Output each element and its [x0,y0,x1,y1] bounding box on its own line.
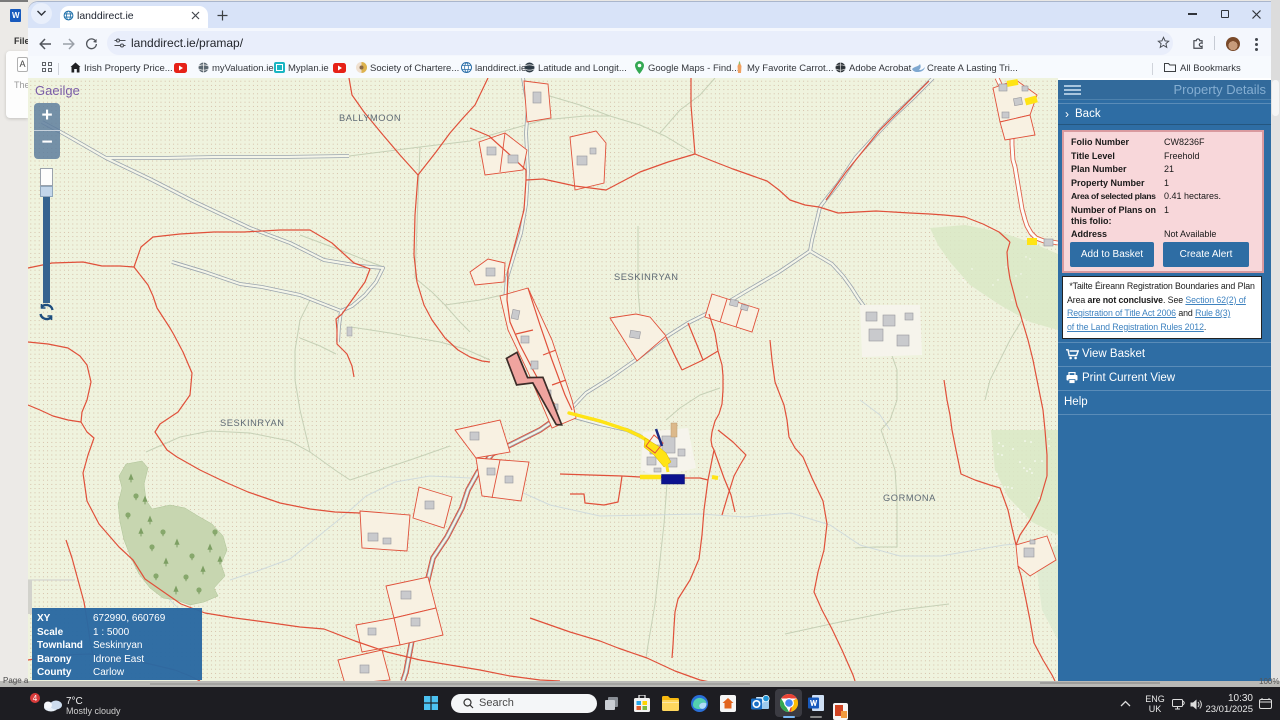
svg-text:SESKINRYAN: SESKINRYAN [220,418,285,428]
svg-text:BALLYMOON: BALLYMOON [339,113,401,123]
svg-text:SESKINRYAN: SESKINRYAN [614,272,679,282]
svg-text:GORMONA: GORMONA [883,493,936,503]
